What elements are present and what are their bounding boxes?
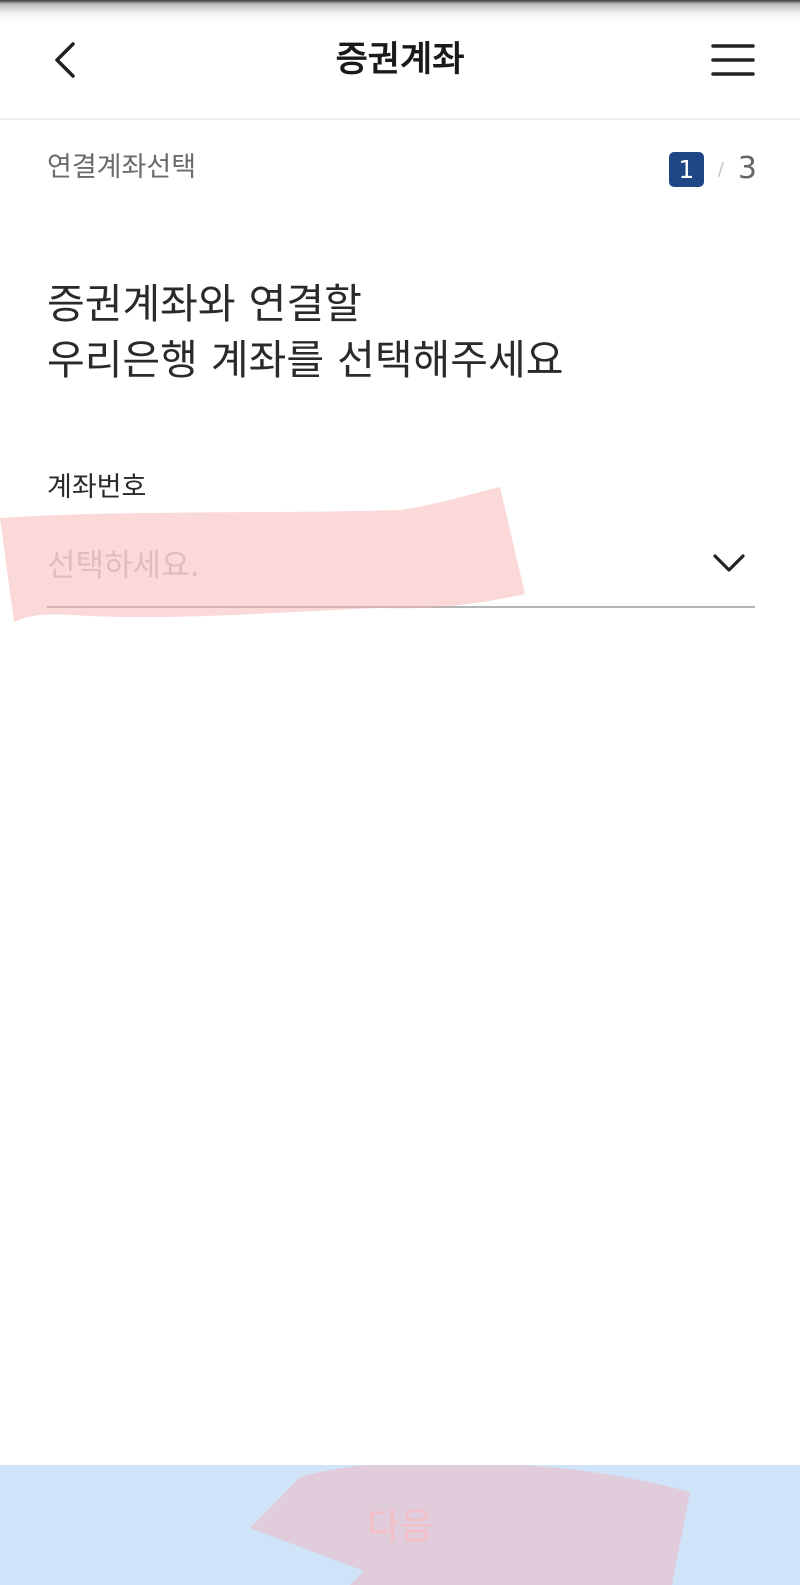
step-indicator: 1 / 3 — [668, 151, 757, 187]
chevron-down-icon — [713, 554, 745, 572]
redaction-mark — [0, 487, 525, 622]
next-button-label: 다음 — [366, 1506, 434, 1547]
page-title: 증권계좌 — [335, 40, 465, 80]
instruction-line-1: 증권계좌와 연결할 — [47, 280, 362, 328]
instruction-line-2: 우리은행 계좌를 선택해주세요 — [47, 336, 564, 384]
step-current-badge: 1 — [668, 151, 704, 187]
hamburger-menu-icon — [711, 44, 755, 76]
menu-button[interactable] — [707, 36, 759, 84]
step-label: 연결계좌선택 — [47, 152, 197, 183]
step-total: 3 — [737, 151, 757, 186]
instruction-heading: 증권계좌와 연결할 우리은행 계좌를 선택해주세요 — [47, 276, 563, 388]
app-header: 증권계좌 — [0, 0, 800, 120]
next-button[interactable]: 다음 — [0, 1465, 800, 1585]
step-separator: / — [717, 158, 724, 180]
